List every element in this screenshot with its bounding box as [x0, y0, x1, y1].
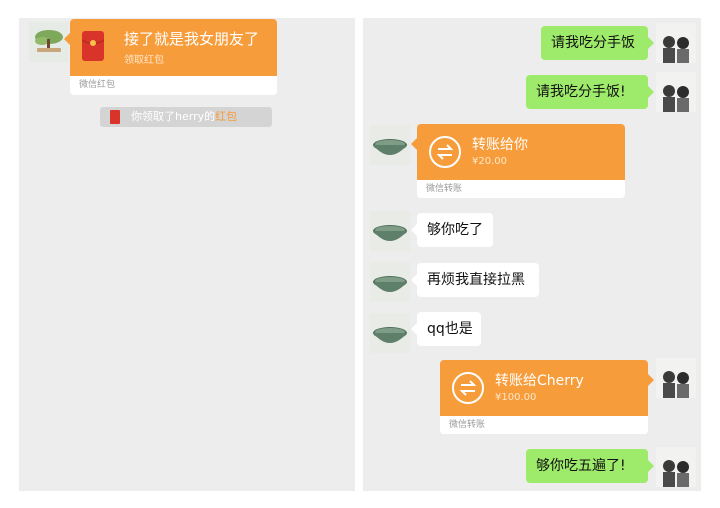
bowl-avatar-icon [370, 211, 410, 251]
bowl-avatar-icon [370, 313, 410, 353]
transfer-amount: ¥100.00 [495, 392, 537, 403]
self-avatar[interactable] [656, 72, 696, 112]
redpacket-seal-icon [81, 39, 105, 46]
message-bubble-sent[interactable]: 请我吃分手饭 [541, 26, 654, 60]
couple-avatar-icon [656, 358, 696, 398]
contact-avatar[interactable] [370, 211, 410, 251]
transfer-amount: ¥20.00 [472, 156, 507, 167]
transfer-footer: 微信转账 [440, 416, 648, 434]
transfer-card-received[interactable]: 转账给你 ¥20.00 微信转账 [411, 124, 625, 198]
self-avatar[interactable] [656, 23, 696, 63]
self-avatar[interactable] [656, 358, 696, 398]
transfer-card-body: 转账给Cherry ¥100.00 [440, 360, 648, 416]
redpacket-received-notice: 你领取了herry的红包 [100, 107, 272, 127]
notice-prefix: 你领取了herry的 [131, 110, 216, 123]
transfer-arrows-glyph [459, 380, 477, 396]
redpacket-footer: 微信红包 [70, 76, 277, 95]
transfer-card-sent[interactable]: 转账给Cherry ¥100.00 微信转账 [440, 360, 654, 434]
contact-avatar-bonsai[interactable] [29, 22, 69, 62]
couple-avatar-icon [656, 23, 696, 63]
message-bubble-received[interactable]: qq也是 [411, 312, 481, 346]
transfer-footer: 微信转账 [417, 180, 625, 198]
message-bubble-sent[interactable]: 请我吃分手饭! [526, 75, 654, 109]
transfer-arrows-icon [452, 372, 484, 404]
left-chat-panel: 接了就是我女朋友了 领取红包 微信红包 [19, 18, 355, 491]
message-bubble-received[interactable]: 再烦我直接拉黑 [411, 263, 539, 297]
bonsai-avatar-icon [29, 22, 69, 62]
transfer-card-body: 转账给你 ¥20.00 [417, 124, 625, 180]
bowl-avatar-icon [370, 125, 410, 165]
transfer-title: 转账给你 [472, 137, 528, 153]
redpacket-icon [81, 31, 105, 61]
redpacket-title: 接了就是我女朋友了 [124, 30, 260, 48]
contact-avatar[interactable] [370, 313, 410, 353]
redpacket-subtitle: 领取红包 [124, 55, 164, 66]
redpacket-mini-icon [110, 110, 120, 124]
redpacket-card[interactable]: 接了就是我女朋友了 领取红包 微信红包 [64, 19, 277, 95]
self-avatar[interactable] [656, 447, 696, 487]
transfer-title: 转账给Cherry [495, 373, 584, 389]
contact-avatar[interactable] [370, 262, 410, 302]
bowl-avatar-icon [370, 262, 410, 302]
couple-avatar-icon [656, 447, 696, 487]
message-bubble-received[interactable]: 够你吃了 [411, 213, 493, 247]
contact-avatar[interactable] [370, 125, 410, 165]
transfer-arrows-glyph [436, 144, 454, 160]
couple-avatar-icon [656, 72, 696, 112]
redpacket-card-body: 接了就是我女朋友了 领取红包 [70, 19, 277, 76]
notice-redpacket-link[interactable]: 红包 [215, 110, 237, 123]
transfer-arrows-icon [429, 136, 461, 168]
message-bubble-sent[interactable]: 够你吃五遍了! [526, 449, 654, 483]
notice-text: 你领取了herry的红包 [131, 107, 237, 127]
